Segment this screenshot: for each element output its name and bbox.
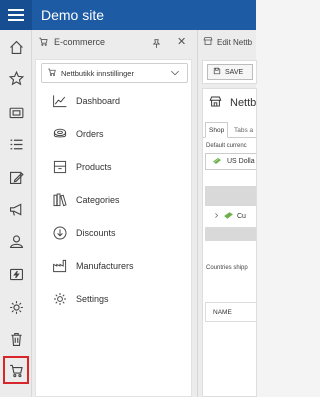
books-icon bbox=[51, 192, 69, 208]
media-folder-icon[interactable] bbox=[4, 100, 28, 124]
megaphone-icon[interactable] bbox=[4, 197, 28, 221]
heading-text: Nettb bbox=[230, 97, 257, 109]
editor-content: Nettb Shop Tabs a Default currenc US Dol… bbox=[202, 88, 257, 397]
money-icon bbox=[223, 211, 234, 222]
store-select-value: Nettbutikk innstillinger bbox=[61, 68, 134, 78]
default-currency-label: Default currenc bbox=[206, 143, 247, 149]
pin-icon[interactable] bbox=[151, 36, 162, 54]
countries-shipping-label: Countries shipp bbox=[206, 265, 248, 271]
editor-title: Edit Nettb bbox=[217, 37, 253, 47]
store-icon bbox=[203, 36, 213, 48]
save-label: SAVE bbox=[225, 68, 244, 76]
left-section-bar bbox=[0, 30, 32, 397]
factory-icon bbox=[51, 258, 69, 274]
coins-icon bbox=[51, 126, 69, 142]
ecommerce-tree-panel: E-commerce ✕ Nettbutikk innstillinger Da… bbox=[32, 30, 197, 397]
menu-item-dashboard[interactable]: Dashboard bbox=[51, 92, 120, 110]
currency-value: US Dolla bbox=[227, 158, 255, 165]
tree-row[interactable]: Cu bbox=[205, 206, 256, 226]
tab-shop[interactable]: Shop bbox=[205, 122, 229, 138]
list-icon[interactable] bbox=[4, 132, 28, 156]
store-icon bbox=[209, 95, 222, 111]
money-icon bbox=[212, 157, 222, 167]
chevron-down-icon bbox=[169, 67, 181, 81]
menu-item-orders[interactable]: Orders bbox=[51, 125, 104, 143]
menu-item-label: Dashboard bbox=[76, 96, 121, 106]
edit-icon[interactable] bbox=[4, 165, 28, 189]
home-icon[interactable] bbox=[4, 35, 28, 59]
panel-title: E-commerce bbox=[54, 37, 106, 47]
cart-icon[interactable] bbox=[3, 356, 29, 384]
save-button[interactable]: SAVE bbox=[207, 64, 253, 80]
column-header-label: NAME bbox=[213, 308, 232, 316]
editor-header: Edit Nettb bbox=[198, 30, 256, 54]
chart-icon bbox=[51, 93, 69, 109]
box-icon bbox=[51, 159, 69, 175]
chevron-right-icon bbox=[213, 212, 220, 221]
discount-icon bbox=[51, 225, 69, 241]
editor-heading: Nettb bbox=[209, 95, 256, 111]
tree-footer-bar bbox=[205, 227, 256, 241]
close-icon[interactable]: ✕ bbox=[177, 35, 186, 48]
hamburger-menu-button[interactable] bbox=[0, 0, 32, 30]
tab-bar: Shop Tabs a bbox=[203, 122, 256, 138]
top-bar: Demo site bbox=[0, 0, 256, 30]
menu-item-label: Products bbox=[76, 162, 112, 172]
panel-header: E-commerce bbox=[32, 30, 197, 54]
trash-icon[interactable] bbox=[4, 327, 28, 351]
tab-tabs[interactable]: Tabs a bbox=[231, 122, 256, 138]
tree-header-bar bbox=[205, 186, 256, 206]
cart-icon bbox=[38, 36, 49, 49]
menu-item-label: Categories bbox=[76, 195, 120, 205]
save-icon bbox=[213, 67, 221, 77]
editor-toolbar: SAVE bbox=[202, 60, 257, 84]
currency-select[interactable]: US Dolla bbox=[205, 153, 256, 170]
store-select[interactable]: Nettbutikk innstillinger bbox=[41, 63, 188, 83]
menu-item-label: Discounts bbox=[76, 228, 116, 238]
cart-icon bbox=[47, 67, 57, 79]
menu-item-discounts[interactable]: Discounts bbox=[51, 224, 116, 242]
column-header-name[interactable]: NAME bbox=[205, 302, 256, 322]
menu-item-settings[interactable]: Settings bbox=[51, 290, 109, 308]
menu-item-label: Manufacturers bbox=[76, 261, 134, 271]
tree-row-label: Cu bbox=[237, 212, 246, 220]
menu-item-manufacturers[interactable]: Manufacturers bbox=[51, 257, 134, 275]
editor-panel: Edit Nettb SAVE Nettb Shop Tabs a Defaul… bbox=[197, 30, 257, 397]
menu-item-label: Settings bbox=[76, 294, 109, 304]
tree-content: Nettbutikk innstillinger Dashboard Order… bbox=[35, 59, 192, 397]
menu-item-label: Orders bbox=[76, 129, 104, 139]
star-icon[interactable] bbox=[4, 66, 28, 90]
settings-icon[interactable] bbox=[4, 295, 28, 319]
menu-item-products[interactable]: Products bbox=[51, 158, 112, 176]
users-icon[interactable] bbox=[4, 229, 28, 253]
menu-item-categories[interactable]: Categories bbox=[51, 191, 120, 209]
lightning-icon[interactable] bbox=[4, 262, 28, 286]
site-title: Demo site bbox=[41, 7, 105, 23]
gear-icon bbox=[51, 291, 69, 307]
